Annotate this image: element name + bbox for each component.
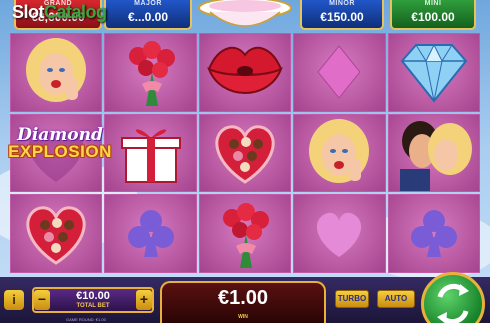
jackpot-mini-value: €100.00 bbox=[411, 10, 455, 24]
jackpot-mini-name: MINI bbox=[424, 0, 442, 7]
heart-icon bbox=[317, 212, 362, 257]
info-button[interactable]: i bbox=[4, 290, 24, 310]
symbol-kissing-couple bbox=[387, 113, 481, 193]
rose-bouquet-icon bbox=[128, 41, 175, 107]
reel-5 bbox=[387, 33, 481, 274]
club-icon bbox=[127, 209, 174, 257]
jackpot-major: MAJOR €...0.00 bbox=[104, 0, 192, 30]
spin-button[interactable] bbox=[421, 272, 485, 323]
spin-arrows-icon bbox=[437, 283, 469, 323]
rose-bouquet-icon bbox=[223, 202, 270, 268]
chocolate-box-icon bbox=[215, 125, 275, 184]
blue-gem-icon bbox=[400, 44, 468, 103]
symbol-heart bbox=[293, 194, 386, 274]
total-bet-label: TOTAL BET bbox=[76, 303, 110, 309]
jackpot-mini: MINI €100.00 bbox=[390, 0, 476, 30]
diamond-dish-icon bbox=[198, 0, 292, 27]
jackpot-minor-value: €150.00 bbox=[320, 10, 364, 24]
bet-decrease-button[interactable]: − bbox=[34, 290, 50, 310]
win-label: WIN bbox=[238, 314, 248, 320]
game-round-text: GAME ROUND: €1.00 bbox=[66, 317, 106, 322]
reel-3 bbox=[198, 33, 292, 274]
feature-logo-line2: EXPLOSION bbox=[8, 142, 112, 161]
symbol-diamond-suit bbox=[293, 33, 386, 112]
symbol-gift-box bbox=[104, 113, 197, 193]
blonde-woman-icon bbox=[26, 38, 87, 103]
kissing-couple-icon bbox=[399, 121, 472, 191]
diamond-suit-icon bbox=[317, 45, 362, 100]
jackpot-major-name: MAJOR bbox=[134, 0, 162, 7]
symbol-blue-gem bbox=[387, 33, 481, 112]
reel-2 bbox=[104, 33, 197, 274]
bet-increase-button[interactable]: + bbox=[136, 290, 152, 310]
win-value: €1.00 bbox=[217, 287, 269, 309]
symbol-club bbox=[387, 194, 481, 274]
symbol-chocolate-box bbox=[198, 113, 292, 193]
symbol-blonde-woman bbox=[293, 113, 386, 193]
symbol-rose-bouquet bbox=[198, 194, 292, 274]
jackpot-minor: MINOR €150.00 bbox=[300, 0, 384, 30]
slotcatalog-watermark: SlotCatalog bbox=[12, 2, 107, 23]
jackpot-major-value: €...0.00 bbox=[127, 10, 169, 24]
jackpot-minor-name: MINOR bbox=[329, 0, 355, 7]
symbol-rose-bouquet bbox=[104, 33, 197, 112]
symbol-chocolate-box bbox=[10, 194, 103, 274]
autoplay-button[interactable]: AUTO bbox=[377, 290, 415, 308]
watermark-part2: Catalog bbox=[44, 2, 107, 22]
symbol-blonde-woman bbox=[10, 33, 103, 112]
club-icon bbox=[410, 209, 457, 257]
symbol-red-lips bbox=[198, 33, 292, 112]
turbo-button[interactable]: TURBO bbox=[335, 290, 369, 308]
gift-box-icon bbox=[120, 129, 181, 183]
total-bet-value: €10.00 bbox=[76, 290, 110, 302]
blonde-woman-icon bbox=[309, 119, 370, 183]
diamond-explosion-logo: Diamond EXPLOSION bbox=[6, 125, 114, 173]
reel-4 bbox=[293, 33, 386, 274]
red-lips-icon bbox=[207, 47, 283, 95]
watermark-part1: Slot bbox=[12, 2, 45, 22]
symbol-club bbox=[104, 194, 197, 274]
chocolate-box-icon bbox=[26, 205, 86, 265]
